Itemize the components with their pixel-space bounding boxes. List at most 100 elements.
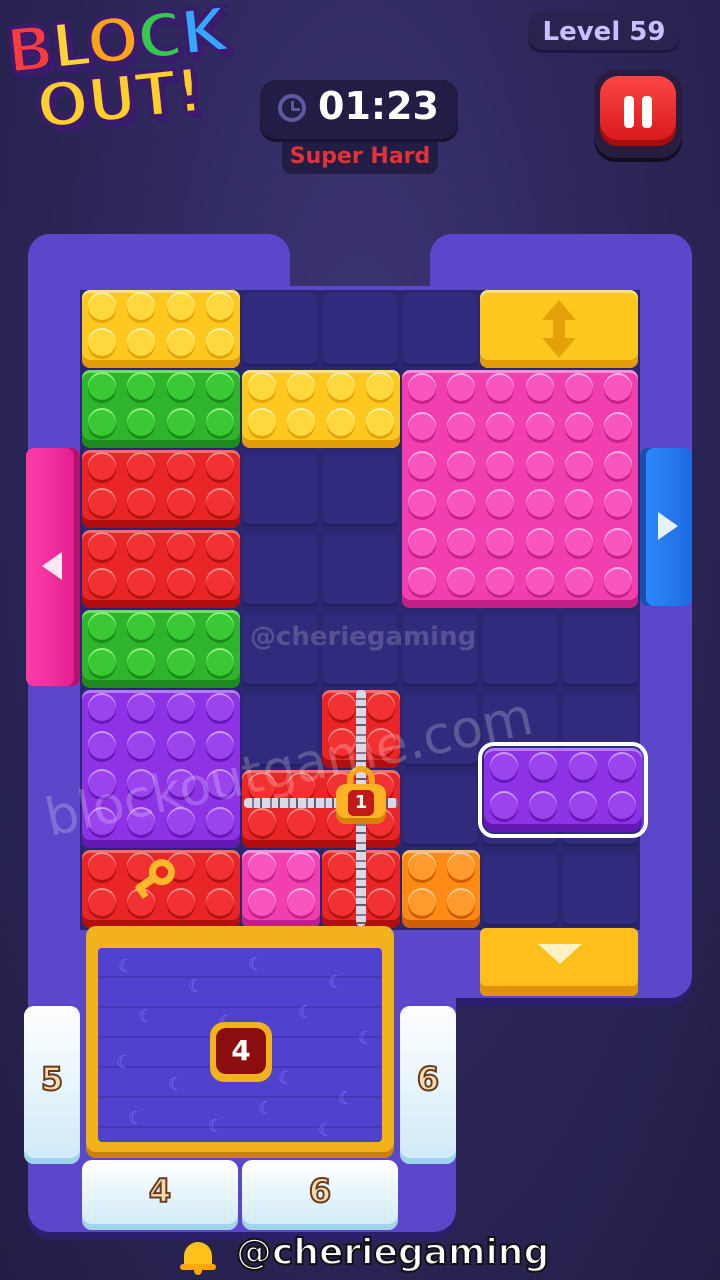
stud	[166, 612, 195, 640]
stud	[366, 408, 395, 436]
pause-icon	[600, 76, 676, 146]
ice-counter: 5	[40, 1059, 64, 1099]
stud	[127, 693, 156, 721]
moon-icon: ☾	[168, 1074, 185, 1095]
stud	[525, 412, 554, 440]
creator-handle-text: @cheriegaming	[235, 1231, 550, 1274]
stud	[568, 751, 597, 780]
stud	[87, 408, 116, 436]
board-cell	[563, 853, 637, 927]
stud	[327, 852, 356, 880]
stud	[127, 408, 156, 436]
stud	[407, 489, 436, 518]
arrow-left-icon	[42, 552, 62, 580]
stud	[525, 373, 554, 402]
stud	[529, 751, 558, 780]
red-block-upper[interactable]	[82, 450, 240, 528]
stud	[447, 373, 475, 402]
moon-icon: ☾	[318, 1120, 335, 1141]
moon-icon: ☾	[328, 972, 345, 993]
exit-gate-pink	[26, 448, 80, 686]
green-block-lower[interactable]	[82, 610, 240, 688]
stud	[247, 408, 276, 436]
stud	[525, 566, 554, 595]
moon-icon: ☾	[128, 1108, 145, 1129]
board-cell	[243, 293, 317, 367]
board-cell	[323, 453, 397, 527]
stud	[87, 888, 116, 916]
stud	[247, 372, 276, 400]
stud	[486, 373, 515, 402]
arrow-down-icon	[538, 944, 582, 964]
pause-button[interactable]	[594, 70, 682, 158]
stud	[206, 612, 235, 640]
ice-block-right: 6	[400, 1006, 456, 1164]
purple-block-selected[interactable]	[478, 742, 648, 838]
stud	[247, 808, 276, 836]
stud	[206, 532, 235, 560]
bell-icon	[180, 1240, 216, 1275]
stud	[166, 532, 195, 560]
stud	[486, 566, 515, 595]
stud	[87, 452, 116, 480]
pink-block-small[interactable]	[242, 850, 320, 928]
ice-block-bottom-left: 4	[82, 1160, 238, 1230]
green-block-upper[interactable]	[82, 370, 240, 448]
stud	[327, 692, 356, 720]
stud	[604, 450, 633, 479]
stud	[447, 412, 475, 440]
stud	[127, 488, 156, 516]
stud	[447, 489, 475, 518]
stud	[326, 372, 355, 400]
orange-block-small[interactable]	[402, 850, 480, 928]
stud	[166, 328, 195, 356]
stud	[525, 489, 554, 518]
pink-block-large[interactable]	[402, 370, 638, 608]
board-cell	[483, 853, 557, 927]
stud	[87, 693, 116, 721]
game-logo: BLOCK OUT!	[0, 0, 265, 150]
yellow-block-top-left[interactable]	[82, 290, 240, 368]
stud	[127, 372, 156, 400]
stud	[127, 532, 156, 560]
stud	[446, 852, 475, 880]
stud	[525, 528, 554, 556]
stud	[608, 751, 637, 780]
stud	[127, 648, 156, 676]
stud	[166, 292, 195, 320]
stud	[604, 489, 633, 518]
stud	[366, 888, 395, 916]
stud	[206, 852, 235, 880]
stud	[247, 888, 276, 916]
stud	[366, 372, 395, 400]
stud	[366, 852, 395, 880]
board-cell	[243, 453, 317, 527]
clock-icon	[278, 94, 306, 122]
ice-counter: 6	[308, 1171, 332, 1211]
stud	[287, 808, 316, 836]
stud	[565, 373, 593, 402]
stud	[447, 528, 475, 556]
stud	[127, 452, 156, 480]
stud	[87, 731, 116, 759]
stud	[529, 790, 558, 819]
stud	[166, 452, 195, 480]
stud	[286, 852, 315, 880]
difficulty-label: Super Hard	[282, 142, 438, 174]
stud	[565, 528, 593, 556]
moon-icon: ☾	[188, 976, 205, 997]
stud	[489, 751, 518, 780]
ice-counter: 6	[416, 1059, 440, 1099]
stud	[206, 693, 235, 721]
moon-icon: ☾	[258, 1098, 275, 1119]
stud	[87, 328, 116, 356]
stud	[247, 852, 276, 880]
stud	[486, 528, 515, 556]
yellow-block-vertical-mover[interactable]	[480, 290, 638, 368]
stud	[489, 790, 518, 819]
stud	[486, 489, 515, 518]
yellow-block-middle[interactable]	[242, 370, 400, 448]
stud	[87, 648, 116, 676]
red-block-lower[interactable]	[82, 530, 240, 608]
stud	[287, 408, 316, 436]
